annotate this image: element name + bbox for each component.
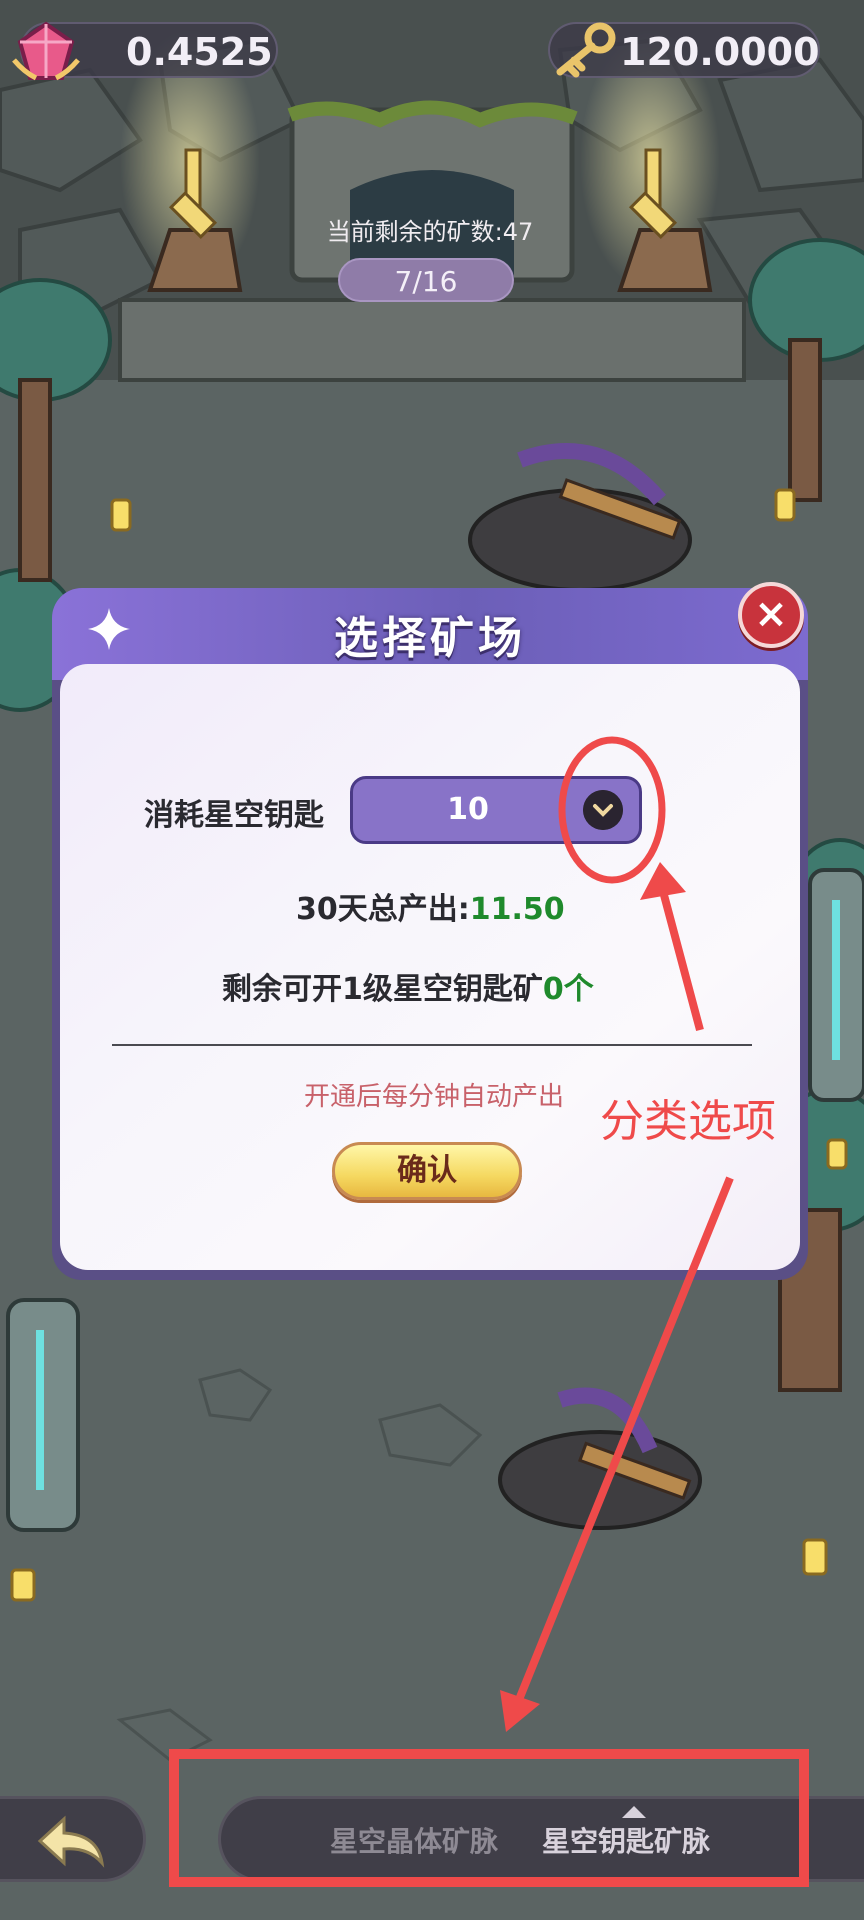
dialog-title: 选择矿场 [334,613,526,664]
confirm-label: 确认 [397,1153,457,1188]
confirm-button[interactable]: 确认 [332,1142,522,1200]
divider [112,1044,752,1046]
tab-crystal-vein[interactable]: 星空晶体矿脉 [330,1820,498,1860]
sparkle-icon [88,608,130,650]
annotation-label: 分类选项 [600,1096,776,1147]
vein-tabs-bar [218,1796,864,1882]
back-arrow-icon [37,1815,105,1868]
gem-icon [12,21,80,81]
close-button[interactable]: × [738,582,804,648]
key-amount-value: 10 [447,792,489,827]
key-icon [556,22,616,78]
remaining-open-value: 0个 [542,972,594,1007]
key-amount-select[interactable]: 10 [350,776,642,844]
output-value: 11.50 [469,892,565,927]
tab-key-vein[interactable]: 星空钥匙矿脉 [542,1820,710,1860]
active-tab-indicator [622,1806,646,1818]
back-button[interactable] [0,1796,146,1882]
gem-balance-value: 0.4525 [126,30,273,74]
key-balance-value: 120.0000 [620,30,820,74]
output-label: 30天总产出: [296,892,470,927]
auto-output-hint: 开通后每分钟自动产出 [303,1082,564,1112]
consume-keys-label: 消耗星空钥匙 [144,798,324,833]
chevron-down-icon[interactable] [583,790,623,830]
mine-progress-pill: 7/16 [338,258,514,302]
remaining-open-label: 剩余可开1级星空钥匙矿 [222,972,543,1007]
remaining-open-row: 剩余可开1级星空钥匙矿0个 [222,964,594,1008]
output-row: 30天总产出:11.50 [296,884,565,928]
remaining-mines-text: 当前剩余的矿数:47 [326,218,534,246]
close-icon: × [754,591,788,637]
